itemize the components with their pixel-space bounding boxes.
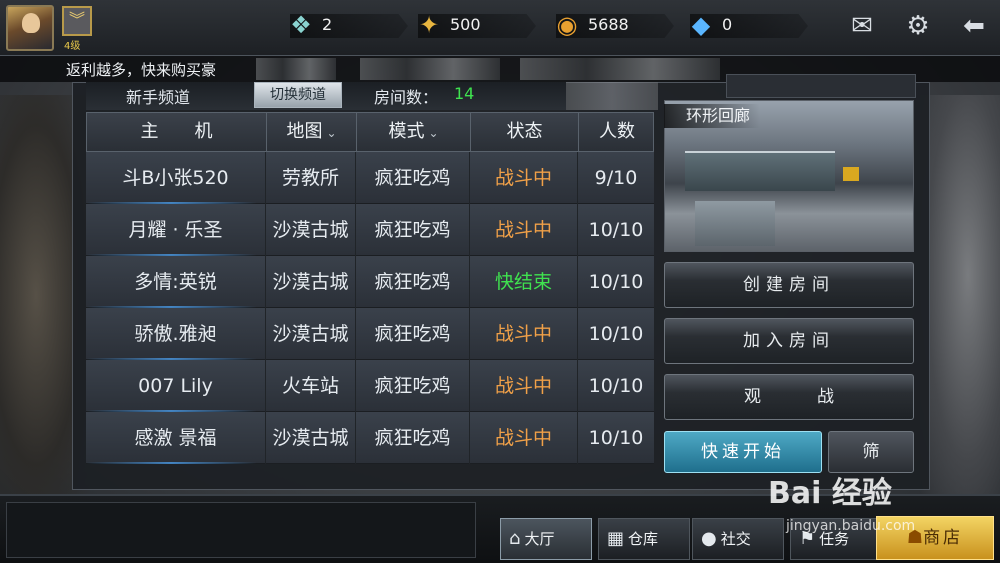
row-status: 快结束 — [470, 256, 578, 308]
row-players: 10/10 — [588, 375, 644, 397]
row-map: 沙漠古城 — [266, 308, 356, 360]
map-preview-name: 环形回廊 — [664, 104, 761, 128]
diamond-icon: ◆ — [691, 11, 711, 39]
table-row[interactable]: 多情:英锐 沙漠古城 疯狂吃鸡 快结束 10/10 — [86, 256, 654, 308]
gear-icon[interactable]: ⚙ — [898, 8, 938, 44]
row-players: 9/10 — [594, 167, 638, 189]
blurred-text — [520, 58, 720, 80]
table-row[interactable]: 斗B小张520 劳教所 疯狂吃鸡 战斗中 9/10 — [86, 152, 654, 204]
row-map: 沙漠古城 — [266, 412, 356, 464]
map-preview-crate — [695, 201, 775, 246]
row-mode: 疯狂吃鸡 — [356, 152, 470, 204]
table-row[interactable]: 感激 景福 沙漠古城 疯狂吃鸡 战斗中 10/10 — [86, 412, 654, 464]
rank-level-label: 4级 — [64, 41, 81, 52]
top-bar: ︾ 4级 ❖ 2 ✦ 500 ◉ 5688 ◆ 0 ✉ ⚙ ⬅ — [0, 0, 1000, 56]
row-map: 沙漠古城 — [266, 256, 356, 308]
row-host: 多情:英锐 — [86, 256, 266, 308]
map-preview-wall — [685, 151, 835, 191]
room-count-value: 14 — [454, 84, 475, 103]
chat-box[interactable] — [6, 502, 476, 558]
table-row[interactable]: 骄傲.雅昶 沙漠古城 疯狂吃鸡 战斗中 10/10 — [86, 308, 654, 360]
header-mode-sort[interactable]: 模式 ⌄ — [357, 113, 471, 151]
header-mode-label: 模式 — [388, 121, 425, 142]
row-status: 战斗中 — [470, 412, 578, 464]
row-host: 感激 景福 — [86, 412, 266, 464]
row-players: 10/10 — [588, 271, 644, 293]
filter-button[interactable]: 筛 — [828, 431, 914, 473]
create-room-button[interactable]: 创建房间 — [664, 262, 914, 308]
blurred-text — [360, 58, 500, 80]
mail-icon[interactable]: ✉ — [842, 8, 882, 44]
row-map: 火车站 — [266, 360, 356, 412]
row-mode: 疯狂吃鸡 — [356, 308, 470, 360]
row-host: 斗B小张520 — [86, 152, 266, 204]
header-map-label: 地图 — [286, 121, 323, 142]
background-soldier-right — [920, 95, 1000, 495]
spectate-button[interactable]: 观战 — [664, 374, 914, 420]
header-host: 主 机 — [87, 113, 267, 151]
nav-hall-label: 大厅 — [524, 530, 555, 548]
row-host: 月耀 · 乐圣 — [86, 204, 266, 256]
diamond-value: 0 — [722, 15, 733, 34]
nav-hall-tab[interactable]: ⌂ 大厅 — [500, 518, 592, 560]
row-players: 10/10 — [588, 219, 644, 241]
table-header: 主 机 地图 ⌄ 模式 ⌄ 状态 人数 — [86, 112, 654, 152]
chat-bubble-icon: ● — [701, 528, 717, 549]
watermark-url: jingyan.baidu.com — [786, 518, 916, 534]
nav-social-tab[interactable]: ● 社交 — [692, 518, 784, 560]
back-arrow-icon[interactable]: ⬅ — [954, 8, 994, 44]
warning-sign-icon — [843, 167, 859, 181]
warehouse-icon: ▦ — [607, 528, 625, 549]
cash-card-icon: ❖ — [290, 11, 312, 39]
coin-value: 5688 — [588, 15, 629, 34]
row-status: 战斗中 — [470, 204, 578, 256]
diamond-counter[interactable]: ◆ 0 — [690, 14, 808, 38]
room-table: 主 机 地图 ⌄ 模式 ⌄ 状态 人数 斗B小张520 劳教所 疯狂吃鸡 战斗中 9… — [86, 112, 654, 464]
row-host: 骄傲.雅昶 — [86, 308, 266, 360]
header-status: 状态 — [471, 113, 579, 151]
row-status: 战斗中 — [470, 152, 578, 204]
gold-token-icon: ✦ — [418, 11, 440, 39]
row-status: 战斗中 — [470, 360, 578, 412]
row-status: 战斗中 — [470, 308, 578, 360]
player-avatar[interactable] — [6, 5, 54, 51]
blurred-text — [566, 82, 658, 110]
table-row[interactable]: 月耀 · 乐圣 沙漠古城 疯狂吃鸡 战斗中 10/10 — [86, 204, 654, 256]
row-mode: 疯狂吃鸡 — [356, 412, 470, 464]
nav-storage-label: 仓库 — [628, 530, 659, 548]
coin-icon: ◉ — [556, 11, 578, 39]
header-map-sort[interactable]: 地图 ⌄ — [267, 113, 357, 151]
chevron-down-icon: ⌄ — [428, 126, 439, 140]
gold-token-counter[interactable]: ✦ 500 — [418, 14, 536, 38]
search-input[interactable] — [726, 74, 916, 98]
watermark-logo: Bai 经验 — [768, 476, 892, 511]
nav-shop-label: 商店 — [923, 528, 964, 548]
rank-chevron-icon[interactable]: ︾ — [62, 6, 92, 36]
row-host: 007 Lily — [86, 360, 266, 412]
row-players: 10/10 — [588, 323, 644, 345]
row-mode: 疯狂吃鸡 — [356, 204, 470, 256]
row-map: 劳教所 — [266, 152, 356, 204]
home-icon: ⌂ — [509, 528, 521, 549]
join-room-button[interactable]: 加入房间 — [664, 318, 914, 364]
coin-counter[interactable]: ◉ 5688 — [556, 14, 674, 38]
blurred-text — [256, 58, 336, 80]
row-players: 10/10 — [588, 427, 644, 449]
row-mode: 疯狂吃鸡 — [356, 256, 470, 308]
nav-storage-tab[interactable]: ▦ 仓库 — [598, 518, 690, 560]
table-row[interactable]: 007 Lily 火车站 疯狂吃鸡 战斗中 10/10 — [86, 360, 654, 412]
header-players: 人数 — [599, 121, 635, 142]
cash-card-counter[interactable]: ❖ 2 — [290, 14, 408, 38]
quick-start-button[interactable]: 快速开始 — [664, 431, 822, 473]
row-map: 沙漠古城 — [266, 204, 356, 256]
row-mode: 疯狂吃鸡 — [356, 360, 470, 412]
announcement-text: 返利越多，快来购买豪 — [66, 61, 217, 79]
channel-name: 新手频道 — [126, 88, 191, 107]
nav-social-label: 社交 — [720, 530, 751, 548]
cash-card-value: 2 — [322, 15, 333, 34]
room-count-label: 房间数： — [374, 88, 439, 107]
chevron-down-icon: ⌄ — [326, 126, 337, 140]
switch-channel-button[interactable]: 切换频道 — [254, 82, 342, 108]
gold-token-value: 500 — [450, 15, 481, 34]
